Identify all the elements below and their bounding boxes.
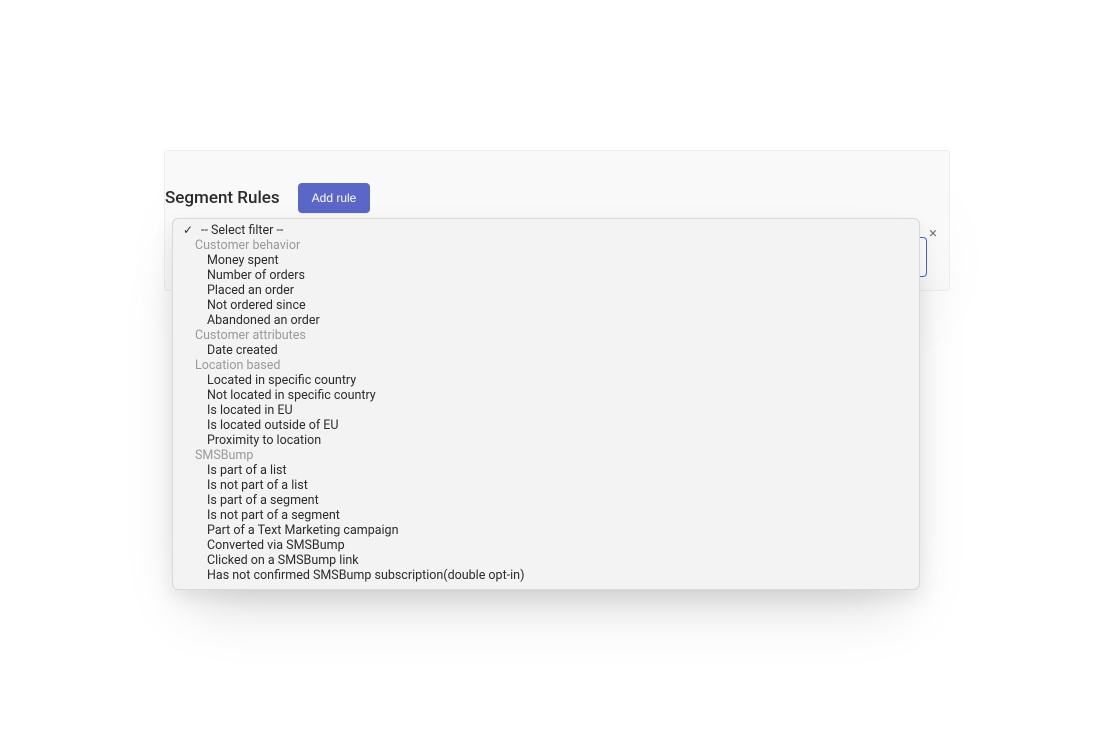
filter-option[interactable]: Has not confirmed SMSBump subscription(d… xyxy=(173,568,919,583)
filter-group-label: Customer attributes xyxy=(173,328,919,343)
filter-option[interactable]: Placed an order xyxy=(173,283,919,298)
add-rule-button[interactable]: Add rule xyxy=(298,183,371,213)
filter-option[interactable]: Is not part of a segment xyxy=(173,508,919,523)
filter-dropdown[interactable]: ✓ -- Select filter --Customer behaviorMon… xyxy=(172,218,920,590)
filter-option[interactable]: Converted via SMSBump xyxy=(173,538,919,553)
filter-option[interactable]: Is part of a list xyxy=(173,463,919,478)
filter-option[interactable]: Not located in specific country xyxy=(173,388,919,403)
filter-option[interactable]: Clicked on a SMSBump link xyxy=(173,553,919,568)
filter-group-label: Customer behavior xyxy=(173,238,919,253)
filter-option-label: -- Select filter -- xyxy=(201,223,283,238)
filter-option[interactable]: Is part of a segment xyxy=(173,493,919,508)
filter-group-label: SMSBump xyxy=(173,448,919,463)
filter-option[interactable]: Date created xyxy=(173,343,919,358)
filter-option[interactable]: Located in specific country xyxy=(173,373,919,388)
filter-option[interactable]: Is located in EU xyxy=(173,403,919,418)
filter-option[interactable]: Proximity to location xyxy=(173,433,919,448)
filter-option[interactable]: Abandoned an order xyxy=(173,313,919,328)
filter-option[interactable]: Is located outside of EU xyxy=(173,418,919,433)
filter-group-label: Location based xyxy=(173,358,919,373)
segment-header: Segment Rules Add rule xyxy=(165,183,370,213)
close-icon[interactable]: × xyxy=(925,225,941,241)
filter-option[interactable]: Is not part of a list xyxy=(173,478,919,493)
filter-option[interactable]: Part of a Text Marketing campaign xyxy=(173,523,919,538)
segment-title: Segment Rules xyxy=(165,188,280,208)
check-icon: ✓ xyxy=(183,223,193,238)
filter-option[interactable]: Number of orders xyxy=(173,268,919,283)
filter-option-selected[interactable]: ✓ -- Select filter -- xyxy=(173,223,919,238)
filter-option[interactable]: Money spent xyxy=(173,253,919,268)
filter-option[interactable]: Not ordered since xyxy=(173,298,919,313)
